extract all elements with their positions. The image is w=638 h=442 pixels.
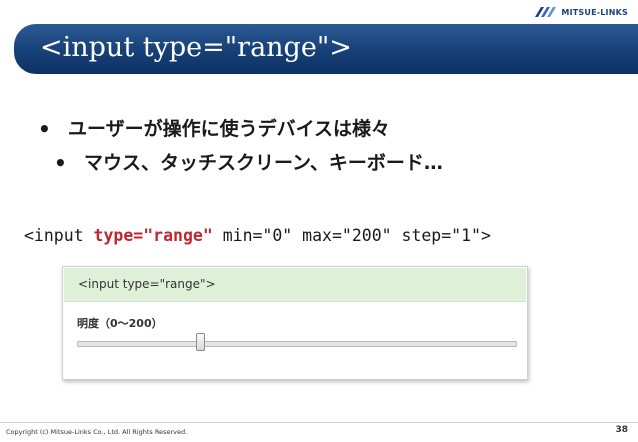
code-prefix: <input xyxy=(24,226,94,245)
code-example: <input type="range" min="0" max="200" st… xyxy=(24,224,491,248)
demo-header-text: <input type="range"> xyxy=(78,277,216,291)
bullet-text-1: ユーザーが操作に使うデバイスは様々 xyxy=(68,118,391,140)
mitsue-links-logo-icon xyxy=(535,7,557,17)
range-slider-track[interactable] xyxy=(77,341,517,347)
logo-text: MITSUE-LINKS xyxy=(561,7,628,17)
copyright-text: Copyright (c) Mitsue-Links Co., Ltd. All… xyxy=(6,428,188,436)
code-suffix: min="0" max="200" step="1"> xyxy=(212,226,491,245)
demo-header: <input type="range"> xyxy=(64,268,526,302)
page-number: 38 xyxy=(615,425,628,435)
bullet-dot-icon: • xyxy=(38,117,51,141)
bullet-list: • ユーザーが操作に使うデバイスは様々 • マウス、タッチスクリーン、キーボード… xyxy=(38,112,443,180)
company-logo: MITSUE-LINKS xyxy=(535,6,628,18)
slide: MITSUE-LINKS <input type="range"> • ユーザー… xyxy=(0,0,638,442)
title-bar: <input type="range"> xyxy=(14,24,638,74)
bullet-text-2: マウス、タッチスクリーン、キーボード… xyxy=(84,152,443,174)
footer-divider xyxy=(0,422,638,423)
code-highlight: type="range" xyxy=(93,226,213,245)
range-demo-box: <input type="range"> 明度（0～200） xyxy=(62,266,528,380)
bullet-dot-icon: • xyxy=(54,151,67,175)
range-slider-thumb[interactable] xyxy=(195,333,205,351)
bullet-item-2: • マウス、タッチスクリーン、キーボード… xyxy=(54,146,443,180)
bullet-item-1: • ユーザーが操作に使うデバイスは様々 xyxy=(38,112,443,146)
range-label: 明度（0～200） xyxy=(77,317,163,330)
slide-title: <input type="range"> xyxy=(40,32,352,63)
